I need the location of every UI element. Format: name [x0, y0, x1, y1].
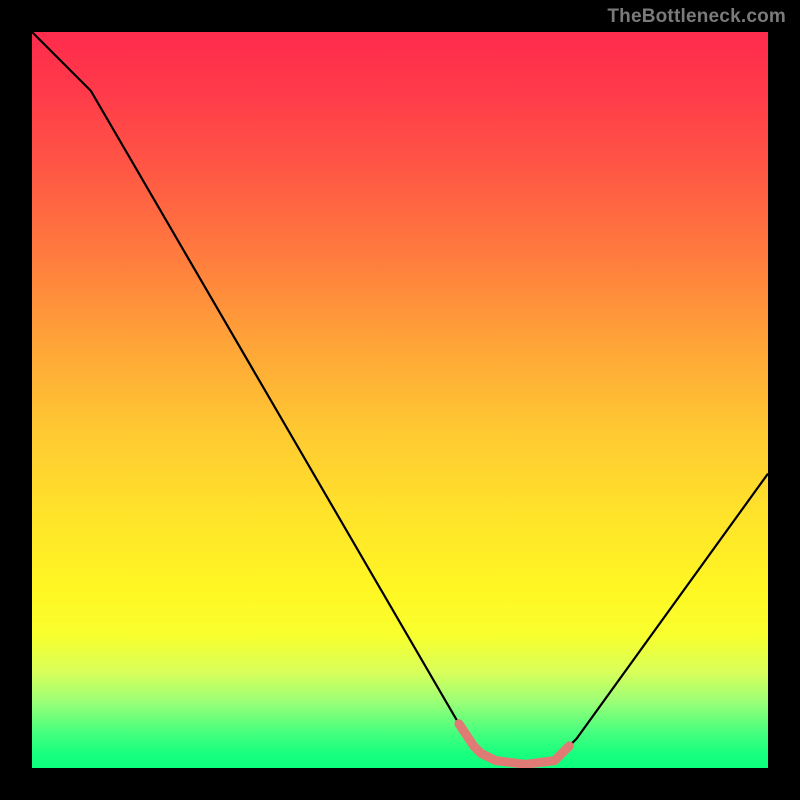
chart-plot-area — [32, 32, 768, 768]
bottleneck-curve — [32, 32, 768, 764]
bottleneck-highlight — [459, 724, 569, 765]
chart-svg — [32, 32, 768, 768]
attribution-text: TheBottleneck.com — [607, 6, 786, 28]
chart-frame: TheBottleneck.com — [0, 0, 800, 800]
